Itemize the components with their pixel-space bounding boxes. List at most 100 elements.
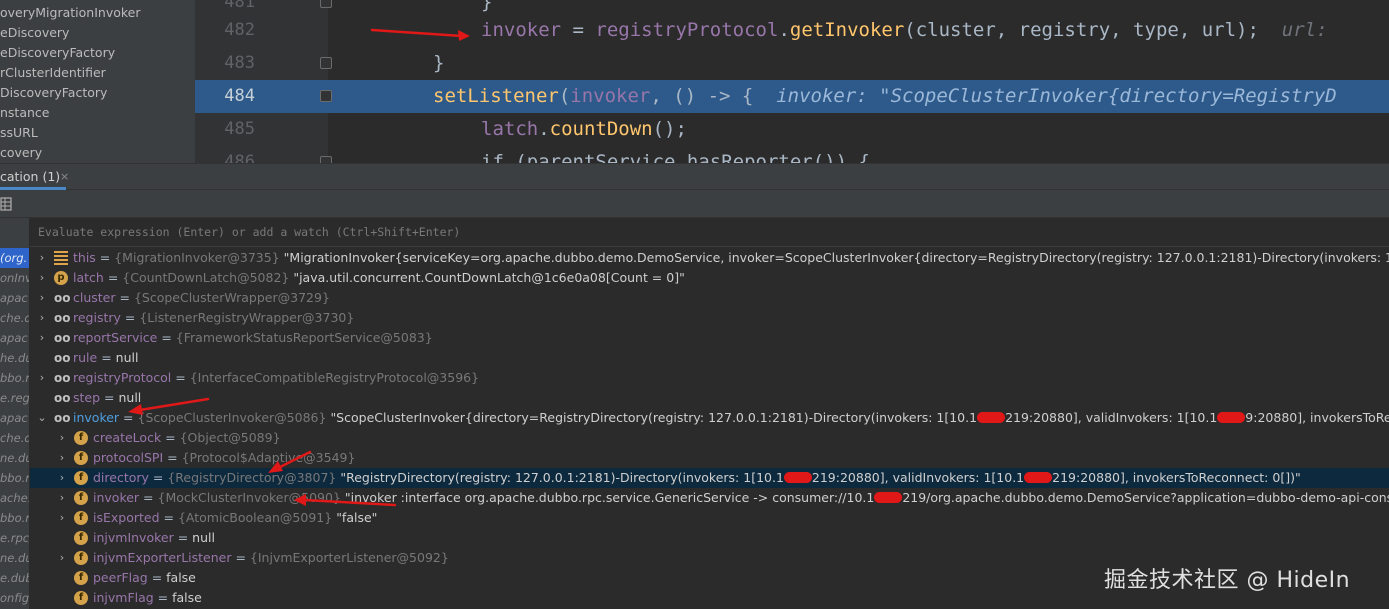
debug-session-tab[interactable]: cation (1)	[0, 164, 67, 190]
variable-value: "RegistryDirectory(registry: 127.0.0.1:2…	[340, 470, 784, 485]
tree-item[interactable]: covery	[0, 143, 42, 163]
variable-name: invoker	[93, 490, 140, 505]
field-icon: f	[74, 591, 88, 605]
stack-frame[interactable]: ne.dub	[0, 448, 29, 468]
code-token: invoker	[570, 85, 651, 107]
variable-text: injvmInvoker = null	[93, 528, 215, 548]
variable-row[interactable]: ⌄ oo invoker = {ScopeClusterInvoker@5086} …	[30, 408, 1389, 428]
stack-frame[interactable]: bbo.r	[0, 468, 29, 488]
close-icon[interactable]: ×	[60, 164, 69, 190]
debug-toolbar	[0, 190, 1389, 218]
expand-arrow-icon[interactable]: ›	[56, 428, 68, 448]
variable-row[interactable]: › p latch = {CountDownLatch@5082} "java.ut…	[30, 268, 1389, 288]
tree-item[interactable]: eDiscovery	[0, 23, 69, 43]
stack-frame[interactable]: (org.	[0, 248, 29, 268]
variable-type: {ListenerRegistryWrapper@3730}	[139, 310, 355, 325]
fold-marker-icon[interactable]	[320, 0, 332, 8]
variable-text: reportService = {FrameworkStatusReportSe…	[73, 328, 433, 348]
variable-row[interactable]: › this = {MigrationInvoker@3735} "Migrati…	[30, 248, 1389, 268]
layout-grid-icon[interactable]	[0, 197, 12, 211]
variable-row[interactable]: › f directory = {RegistryDirectory@3807} "…	[30, 468, 1389, 488]
variable-type: {RegistryDirectory@3807}	[167, 470, 337, 485]
collapse-arrow-icon[interactable]: ⌄	[36, 408, 48, 428]
code-token: setListener	[433, 85, 559, 107]
stack-frame[interactable]: che.du	[0, 308, 29, 328]
variable-icon: oo	[54, 311, 71, 325]
code-token: getInvoker	[789, 19, 905, 41]
stack-frame[interactable]: bbo.r	[0, 508, 29, 528]
stack-frame[interactable]: apac	[0, 288, 29, 308]
variable-text: peerFlag = false	[93, 568, 196, 588]
fold-marker-icon[interactable]	[320, 90, 332, 102]
expand-arrow-icon[interactable]: ›	[56, 548, 68, 568]
expand-arrow-icon[interactable]: ›	[36, 368, 48, 388]
stack-frame[interactable]: ne.dub	[0, 548, 29, 568]
variable-row[interactable]: f injvmInvoker = null	[30, 528, 1389, 548]
expand-arrow-icon[interactable]: ›	[36, 308, 48, 328]
code-token: latch	[481, 118, 539, 140]
inline-value-hint: url:	[1281, 19, 1328, 41]
line-number: 484	[224, 86, 255, 106]
project-tree: overyMigrationInvoker eDiscovery eDiscov…	[0, 0, 195, 163]
expand-arrow-icon[interactable]: ›	[56, 468, 68, 488]
variable-row[interactable]: › f createLock = {Object@5089}	[30, 428, 1389, 448]
stack-frame[interactable]: e.regi	[0, 388, 29, 408]
variable-row[interactable]: oo step = null	[30, 388, 1389, 408]
variable-type: {ScopeClusterInvoker@5086}	[137, 410, 327, 425]
variable-row[interactable]: › f protocolSPI = {Protocol$Adaptive@3549}	[30, 448, 1389, 468]
redaction-mark	[1024, 472, 1053, 483]
variable-value: "java.util.concurrent.CountDownLatch@1c6…	[293, 270, 685, 285]
variable-name: directory	[93, 470, 149, 485]
stack-frame[interactable]: onInvo	[0, 268, 29, 288]
stack-frame[interactable]: he.du	[0, 348, 29, 368]
expand-arrow-icon[interactable]: ›	[36, 268, 48, 288]
expand-arrow-icon[interactable]: ›	[56, 448, 68, 468]
variable-text: registry = {ListenerRegistryWrapper@3730…	[73, 308, 354, 328]
stack-frame[interactable]: che.du	[0, 428, 29, 448]
field-icon: f	[74, 491, 88, 505]
tree-item[interactable]: eDiscoveryFactory	[0, 43, 115, 63]
variable-name: registryProtocol	[73, 370, 172, 385]
stack-frame[interactable]: bbo.r	[0, 368, 29, 388]
variable-text: registryProtocol = {InterfaceCompatibleR…	[73, 368, 479, 388]
equals-sign: =	[97, 350, 116, 365]
stack-frame[interactable]: e.dubb	[0, 568, 29, 588]
code-token: invoker	[481, 19, 562, 41]
variable-row[interactable]: › oo registryProtocol = {InterfaceCompatib…	[30, 368, 1389, 388]
expand-arrow-icon[interactable]: ›	[36, 288, 48, 308]
variable-text: injvmFlag = false	[93, 588, 202, 608]
variable-row[interactable]: oo rule = null	[30, 348, 1389, 368]
stack-frame[interactable]: ache.	[0, 488, 29, 508]
tree-item[interactable]: overyMigrationInvoker	[0, 3, 141, 23]
variable-name: isExported	[93, 510, 160, 525]
variable-text: isExported = {AtomicBoolean@5091} "false…	[93, 508, 377, 528]
expand-arrow-icon[interactable]: ›	[56, 488, 68, 508]
variable-name: invoker	[73, 410, 120, 425]
tree-item[interactable]: ssURL	[0, 123, 38, 143]
expand-arrow-icon[interactable]: ›	[56, 508, 68, 528]
variable-name: rule	[73, 350, 98, 365]
variable-name: injvmInvoker	[93, 530, 174, 545]
stack-frame[interactable]: apac	[0, 408, 29, 428]
expand-arrow-icon[interactable]: ›	[36, 328, 48, 348]
variable-row[interactable]: › oo registry = {ListenerRegistryWrapper@3…	[30, 308, 1389, 328]
stack-frame[interactable]: apac	[0, 328, 29, 348]
tree-item[interactable]: nstance	[0, 103, 49, 123]
variable-name: cluster	[73, 290, 116, 305]
stack-frame[interactable]: e.rpc)	[0, 528, 29, 548]
variable-row[interactable]: › f invoker = {MockClusterInvoker@5090} "i…	[30, 488, 1389, 508]
variable-text: rule = null	[73, 348, 138, 368]
variable-row[interactable]: › f isExported = {AtomicBoolean@5091} "fal…	[30, 508, 1389, 528]
variable-row[interactable]: › oo cluster = {ScopeClusterWrapper@3729}	[30, 288, 1389, 308]
variable-value: 219/org.apache.dubbo.demo.DemoService?ap…	[902, 490, 1389, 505]
equals-sign: =	[147, 570, 167, 585]
expand-arrow-icon[interactable]: ›	[36, 248, 48, 268]
stack-frame[interactable]: onfig.	[0, 588, 29, 608]
evaluate-expression-input[interactable]: Evaluate expression (Enter) or add a wat…	[30, 218, 1389, 247]
field-icon: f	[74, 431, 88, 445]
fold-marker-icon[interactable]	[320, 57, 332, 69]
variable-row[interactable]: › oo reportService = {FrameworkStatusRepor…	[30, 328, 1389, 348]
tree-item[interactable]: DiscoveryFactory	[0, 83, 107, 103]
tree-item[interactable]: rClusterIdentifier	[0, 63, 106, 83]
code-token: .	[778, 19, 790, 41]
